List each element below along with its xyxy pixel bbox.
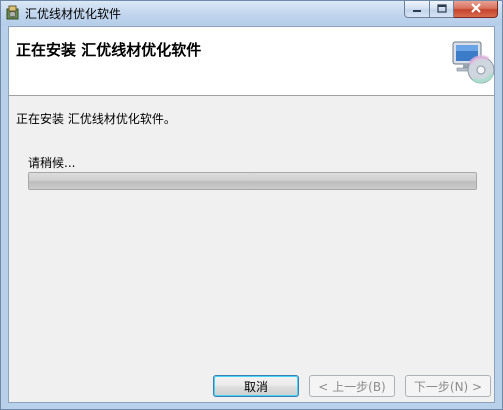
install-progress-bar [28, 172, 477, 190]
minimize-icon [412, 2, 422, 16]
header-banner: 正在安装 汇优线材优化软件 [9, 27, 496, 96]
wait-label: 请稍候... [28, 156, 76, 170]
status-text: 正在安装 汇优线材优化软件。 [16, 112, 176, 126]
banner-title: 正在安装 汇优线材优化软件 [16, 41, 202, 59]
dialog-client-area: 正在安装 汇优线材优化软件 正在安装 汇优线材优化软件。 请稍候... 取消 <… [8, 26, 495, 403]
caption-buttons [404, 1, 498, 19]
window-title: 汇优线材优化软件 [25, 7, 122, 21]
maximize-button[interactable] [430, 1, 454, 18]
installer-app-icon [5, 4, 21, 21]
next-button[interactable]: 下一步(N) > [405, 375, 491, 397]
computer-cd-setup-icon [448, 38, 496, 86]
maximize-icon [436, 2, 447, 16]
minimize-button[interactable] [404, 1, 430, 18]
close-button[interactable] [454, 1, 498, 18]
progress-fill [29, 173, 476, 189]
title-bar[interactable]: 汇优线材优化软件 [1, 1, 502, 25]
cancel-button[interactable]: 取消 [213, 375, 299, 397]
installer-window: 汇优线材优化软件 正在安装 汇优线材优化软件 正在安装 汇优线材优化软件。 请稍… [0, 0, 503, 410]
close-icon [470, 2, 482, 16]
back-button[interactable]: < 上一步(B) [309, 375, 395, 397]
